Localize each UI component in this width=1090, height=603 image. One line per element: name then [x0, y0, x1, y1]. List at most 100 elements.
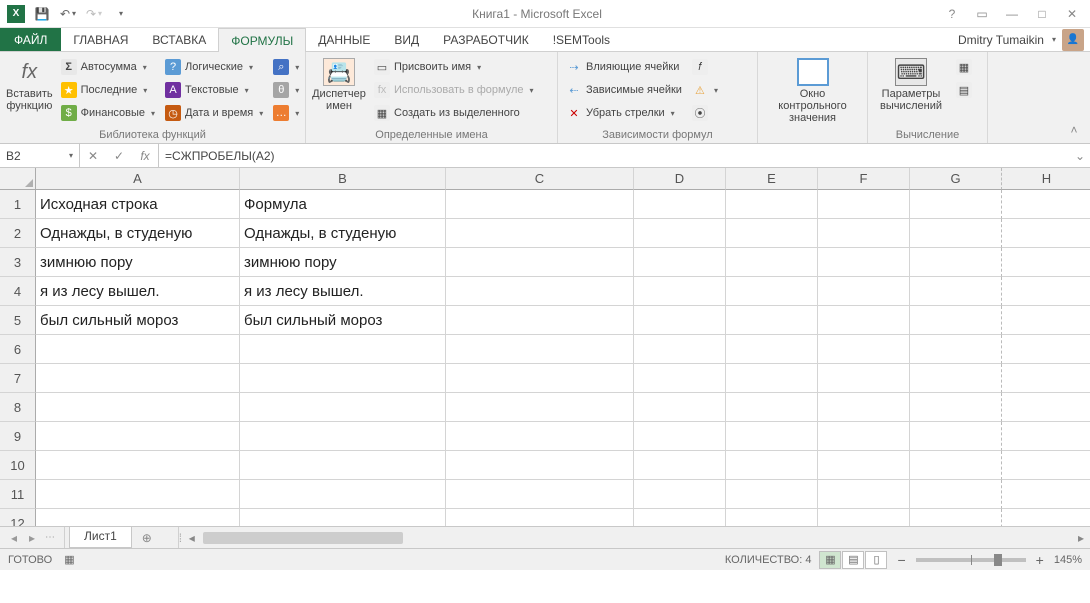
cell-G11[interactable] [910, 480, 1002, 509]
cell-E4[interactable] [726, 277, 818, 306]
row-header[interactable]: 4 [0, 277, 36, 306]
row-header[interactable]: 9 [0, 422, 36, 451]
macro-record-icon[interactable]: ▦ [64, 553, 74, 566]
row-header[interactable]: 3 [0, 248, 36, 277]
cell-B10[interactable] [240, 451, 446, 480]
show-formulas-button[interactable]: 𝑓 [688, 56, 722, 78]
cell-F9[interactable] [818, 422, 910, 451]
cell-H5[interactable] [1002, 306, 1090, 335]
row-header[interactable]: 5 [0, 306, 36, 335]
horizontal-scrollbar[interactable] [201, 530, 1072, 546]
row-header[interactable]: 11 [0, 480, 36, 509]
tab-insert[interactable]: ВСТАВКА [140, 28, 218, 51]
cell-E5[interactable] [726, 306, 818, 335]
cell-E10[interactable] [726, 451, 818, 480]
cell-F10[interactable] [818, 451, 910, 480]
cell-D11[interactable] [634, 480, 726, 509]
spreadsheet-grid[interactable]: A B C D E F G H 1Исходная строкаФормула2… [0, 168, 1090, 526]
row-header[interactable]: 6 [0, 335, 36, 364]
cell-A3[interactable]: зимнюю пору [36, 248, 240, 277]
lookup-button[interactable]: ⌕▾ [269, 56, 303, 78]
cell-F6[interactable] [818, 335, 910, 364]
cell-D2[interactable] [634, 219, 726, 248]
cell-F8[interactable] [818, 393, 910, 422]
cell-A11[interactable] [36, 480, 240, 509]
cell-A6[interactable] [36, 335, 240, 364]
cell-G10[interactable] [910, 451, 1002, 480]
cell-H8[interactable] [1002, 393, 1090, 422]
row-header[interactable]: 2 [0, 219, 36, 248]
row-header[interactable]: 12 [0, 509, 36, 526]
calculate-sheet-button[interactable]: ▤ [952, 79, 976, 101]
cell-H2[interactable] [1002, 219, 1090, 248]
define-name-button[interactable]: ▭Присвоить имя▾ [370, 56, 538, 78]
trace-dependents-button[interactable]: ⇠Зависимые ячейки [562, 79, 686, 101]
zoom-thumb[interactable] [994, 554, 1002, 566]
col-header-D[interactable]: D [634, 168, 726, 190]
col-header-E[interactable]: E [726, 168, 818, 190]
cell-C4[interactable] [446, 277, 634, 306]
sheet-prev-button[interactable]: ▸ [24, 531, 40, 545]
cell-F12[interactable] [818, 509, 910, 526]
col-header-B[interactable]: B [240, 168, 446, 190]
ribbon-collapse-button[interactable]: ˄ [1060, 119, 1088, 141]
col-header-F[interactable]: F [818, 168, 910, 190]
zoom-slider[interactable] [916, 558, 1026, 562]
tab-developer[interactable]: РАЗРАБОТЧИК [431, 28, 541, 51]
tab-data[interactable]: ДАННЫЕ [306, 28, 382, 51]
name-box[interactable]: B2 ▾ [0, 144, 80, 167]
undo-button[interactable]: ↶▾ [56, 3, 80, 25]
maximize-button[interactable]: □ [1028, 3, 1056, 25]
cell-D4[interactable] [634, 277, 726, 306]
tab-home[interactable]: ГЛАВНАЯ [61, 28, 140, 51]
formula-input[interactable]: =СЖПРОБЕЛЫ(A2) [159, 144, 1070, 167]
cell-C8[interactable] [446, 393, 634, 422]
ribbon-options-button[interactable]: ▭ [968, 3, 996, 25]
tab-view[interactable]: ВИД [382, 28, 431, 51]
cell-D6[interactable] [634, 335, 726, 364]
qat-customize[interactable]: ▾ [108, 3, 132, 25]
cell-D10[interactable] [634, 451, 726, 480]
zoom-level[interactable]: 145% [1054, 554, 1082, 566]
cell-C10[interactable] [446, 451, 634, 480]
cell-C1[interactable] [446, 190, 634, 219]
cell-H9[interactable] [1002, 422, 1090, 451]
name-manager-button[interactable]: 📇 Диспетчер имен [310, 54, 368, 116]
recent-functions-button[interactable]: ★Последние▾ [57, 79, 159, 101]
cell-F3[interactable] [818, 248, 910, 277]
sheet-first-button[interactable]: ◂ [6, 531, 22, 545]
cell-C12[interactable] [446, 509, 634, 526]
cell-F2[interactable] [818, 219, 910, 248]
cell-C6[interactable] [446, 335, 634, 364]
cell-B6[interactable] [240, 335, 446, 364]
autosum-button[interactable]: ΣАвтосумма▾ [57, 56, 159, 78]
cell-A7[interactable] [36, 364, 240, 393]
datetime-button[interactable]: ◷Дата и время▾ [161, 102, 267, 124]
cell-G7[interactable] [910, 364, 1002, 393]
cell-A9[interactable] [36, 422, 240, 451]
cell-D1[interactable] [634, 190, 726, 219]
create-from-selection-button[interactable]: ▦Создать из выделенного [370, 102, 538, 124]
tab-semtools[interactable]: !SEMTools [541, 28, 622, 51]
view-pagebreak-button[interactable]: ▯ [865, 551, 887, 569]
math-button[interactable]: θ▾ [269, 79, 303, 101]
cell-C7[interactable] [446, 364, 634, 393]
cell-B9[interactable] [240, 422, 446, 451]
zoom-in-button[interactable]: + [1034, 552, 1046, 568]
cell-A5[interactable]: был сильный мороз [36, 306, 240, 335]
save-button[interactable]: 💾 [30, 3, 54, 25]
scroll-right-button[interactable]: ▸ [1072, 531, 1090, 545]
cell-B7[interactable] [240, 364, 446, 393]
row-header[interactable]: 10 [0, 451, 36, 480]
cell-G1[interactable] [910, 190, 1002, 219]
cell-B4[interactable]: я из лесу вышел. [240, 277, 446, 306]
calculation-options-button[interactable]: ⌨ Параметры вычислений [872, 54, 950, 116]
cell-A10[interactable] [36, 451, 240, 480]
sheet-menu-button[interactable]: ⋯ [42, 532, 58, 543]
cell-B3[interactable]: зимнюю пору [240, 248, 446, 277]
trace-precedents-button[interactable]: ⇢Влияющие ячейки [562, 56, 686, 78]
cell-F11[interactable] [818, 480, 910, 509]
cell-G4[interactable] [910, 277, 1002, 306]
view-normal-button[interactable]: ▦ [819, 551, 841, 569]
cell-H10[interactable] [1002, 451, 1090, 480]
